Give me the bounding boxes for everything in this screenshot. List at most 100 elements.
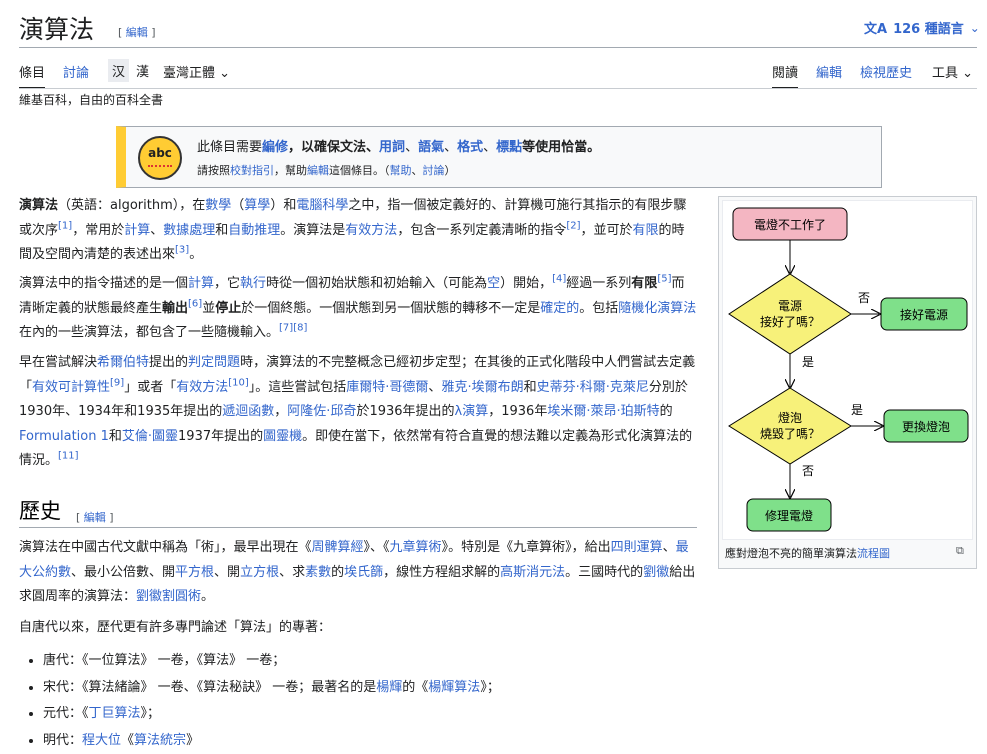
notice-link[interactable]: 編修 (262, 140, 288, 155)
article-link[interactable]: 執行 (240, 276, 266, 291)
title-divider (19, 47, 977, 48)
notice-link[interactable]: 標點 (496, 140, 522, 155)
variant-dropdown[interactable]: 臺灣正體 ⌄ (163, 62, 230, 81)
article-link[interactable]: 有效方法 (345, 223, 397, 238)
article-link[interactable]: 程大位 (82, 733, 121, 748)
section-edit-link[interactable]: 編輯 (84, 511, 106, 524)
tab-edit[interactable]: 編輯 (816, 62, 842, 81)
chevron-down-icon: ⌄ (970, 21, 980, 35)
flow-edge-label-no: 否 (858, 291, 870, 305)
article-link[interactable]: 有效方法 (176, 380, 228, 395)
reference-link[interactable]: [3] (175, 245, 189, 256)
article-link[interactable]: 劉徽 (643, 565, 669, 580)
reference-link[interactable]: [4] (552, 274, 566, 285)
article-link[interactable]: 庫爾特·哥德爾 (346, 380, 428, 395)
section-divider (19, 527, 697, 528)
intro-paragraph-1: 演算法（英語：algorithm），在數學（算學）和電腦科學之中，指一個被定義好… (19, 194, 697, 268)
tab-variant-traditional[interactable]: 漢 (132, 59, 153, 82)
article-link[interactable]: 圖靈機 (263, 429, 302, 444)
article-link[interactable]: 楊輝 (376, 680, 402, 695)
reference-link[interactable]: [8] (293, 323, 307, 334)
article-link[interactable]: 算法統宗 (134, 733, 186, 748)
notice-link[interactable]: 格式 (457, 140, 483, 155)
reference-link[interactable]: [5] (657, 274, 671, 285)
tab-talk[interactable]: 討論 (63, 62, 89, 81)
title-edit-link[interactable]: 編輯 (126, 26, 148, 39)
flow-node-decision-1-line1: 電源 (778, 299, 802, 313)
history-list: 唐代：《一位算法》 一卷，《算法》 一卷； 宋代：《算法緒論》 一卷、《算法秘訣… (19, 648, 500, 754)
section-edit-wrap: [ 編輯 ] (76, 509, 114, 525)
notice-link[interactable]: 校對指引 (230, 164, 274, 177)
tab-read[interactable]: 閱讀 (772, 62, 798, 81)
notice-link[interactable]: 幫助 (390, 164, 412, 177)
tab-history[interactable]: 檢視歷史 (860, 62, 912, 81)
article-link[interactable]: 劉徽割圓術 (136, 589, 201, 604)
tools-dropdown[interactable]: 工具 ⌄ (932, 62, 973, 81)
article-link[interactable]: Formulation 1 (19, 429, 109, 444)
reference-link[interactable]: [6] (188, 298, 202, 309)
article-link[interactable]: 流程圖 (857, 547, 890, 560)
article-link[interactable]: 周髀算經 (312, 540, 364, 555)
article-link[interactable]: 計算 (188, 276, 214, 291)
reference-link[interactable]: [9] (110, 377, 124, 388)
notice-link[interactable]: 編輯 (307, 164, 329, 177)
site-tagline: 維基百科，自由的百科全書 (19, 91, 163, 108)
spellcheck-icon: abc (138, 136, 182, 180)
reference-link[interactable]: [11] (58, 451, 79, 462)
flow-node-decision-2 (729, 388, 851, 464)
tab-article[interactable]: 條目 (19, 62, 45, 81)
reference-link[interactable]: [2] (566, 220, 580, 231)
article-link[interactable]: 史蒂芬·科爾·克萊尼 (537, 380, 649, 395)
intro-paragraph-2: 演算法中的指令描述的是一個計算，它執行時從一個初始狀態和初始輸入（可能為空）開始… (19, 272, 697, 346)
notice-link[interactable]: 用詞 (379, 140, 405, 155)
article-link[interactable]: 素數 (305, 565, 331, 580)
article-link[interactable]: 數學 (205, 198, 231, 213)
flow-node-decision-2-line1: 燈泡 (778, 410, 802, 425)
article-link[interactable]: 計算 (124, 223, 150, 238)
article-link[interactable]: 平方根 (175, 565, 214, 580)
flow-node-decision-1-line2: 接好了嗎？ (760, 314, 820, 329)
figure-caption: 應對燈泡不亮的簡單演算法流程圖 (725, 545, 890, 561)
article-link[interactable]: 空 (487, 276, 500, 291)
article-link[interactable]: 自動推理 (228, 223, 280, 238)
article-link[interactable]: 算學 (244, 198, 270, 213)
article-link[interactable]: 阿隆佐·邱奇 (287, 404, 356, 419)
article-link[interactable]: 楊輝算法 (428, 680, 480, 695)
article-link[interactable]: 遞迴函數 (222, 404, 274, 419)
article-link[interactable]: λ演算 (455, 404, 489, 419)
article-link[interactable]: 隨機化演算法 (618, 301, 696, 316)
enlarge-icon[interactable]: ⧉ (956, 544, 964, 558)
article-link[interactable]: 確定的 (540, 301, 579, 316)
article-link[interactable]: 有限 (633, 223, 659, 238)
reference-link[interactable]: [7] (279, 323, 293, 334)
tab-variant-simplified[interactable]: 汉 (108, 59, 129, 82)
notice-sub-text: 請按照校對指引，幫助編輯這個條目。（幫助、討論） (197, 162, 456, 178)
article-link[interactable]: 希爾伯特 (97, 355, 149, 370)
reference-link[interactable]: [1] (58, 220, 72, 231)
history-paragraph-1: 演算法在中國古代文獻中稱為「術」，最早出現在《周髀算經》、《九章算術》。特別是《… (19, 536, 697, 610)
intro-paragraph-3: 早在嘗試解決希爾伯特提出的判定問題時，演算法的不完整概念已經初步定型；在其後的正… (19, 351, 697, 474)
flowchart-diagram[interactable]: 電燈不工作了 電源 接好了嗎？ 否 接好電源 是 燈泡 燒毀了嗎？ 是 更換燈泡… (722, 200, 973, 540)
article-link[interactable]: 立方根 (240, 565, 279, 580)
translate-icon: 文A (864, 18, 887, 37)
chevron-down-icon: ⌄ (219, 66, 230, 81)
article-link[interactable]: 丁巨算法 (89, 706, 141, 721)
notice-link[interactable]: 討論 (423, 164, 445, 177)
notice-link[interactable]: 語氣 (418, 140, 444, 155)
language-button[interactable]: 文A 126 種語言 ⌄ (864, 18, 980, 37)
article-link[interactable]: 數據處理 (163, 223, 215, 238)
history-paragraph-2: 自唐代以來，歷代更有許多專門論述「算法」的專著： (19, 616, 697, 641)
title-edit-link-wrap: [ 編輯 ] (118, 24, 156, 40)
article-link[interactable]: 九章算術 (390, 540, 442, 555)
article-link[interactable]: 艾倫·圖靈 (122, 429, 178, 444)
article-link[interactable]: 高斯消元法 (500, 565, 565, 580)
flow-edge-label-yes: 是 (802, 355, 814, 369)
article-link[interactable]: 四則運算 (611, 540, 663, 555)
article-link[interactable]: 判定問題 (188, 355, 240, 370)
article-link[interactable]: 埃氏篩 (344, 565, 383, 580)
reference-link[interactable]: [10] (228, 377, 249, 388)
article-link[interactable]: 雅克·埃爾布朗 (441, 380, 523, 395)
article-link[interactable]: 埃米爾·萊昂·珀斯特 (547, 404, 659, 419)
article-link[interactable]: 電腦科學 (296, 198, 348, 213)
article-link[interactable]: 有效可計算性 (32, 380, 110, 395)
